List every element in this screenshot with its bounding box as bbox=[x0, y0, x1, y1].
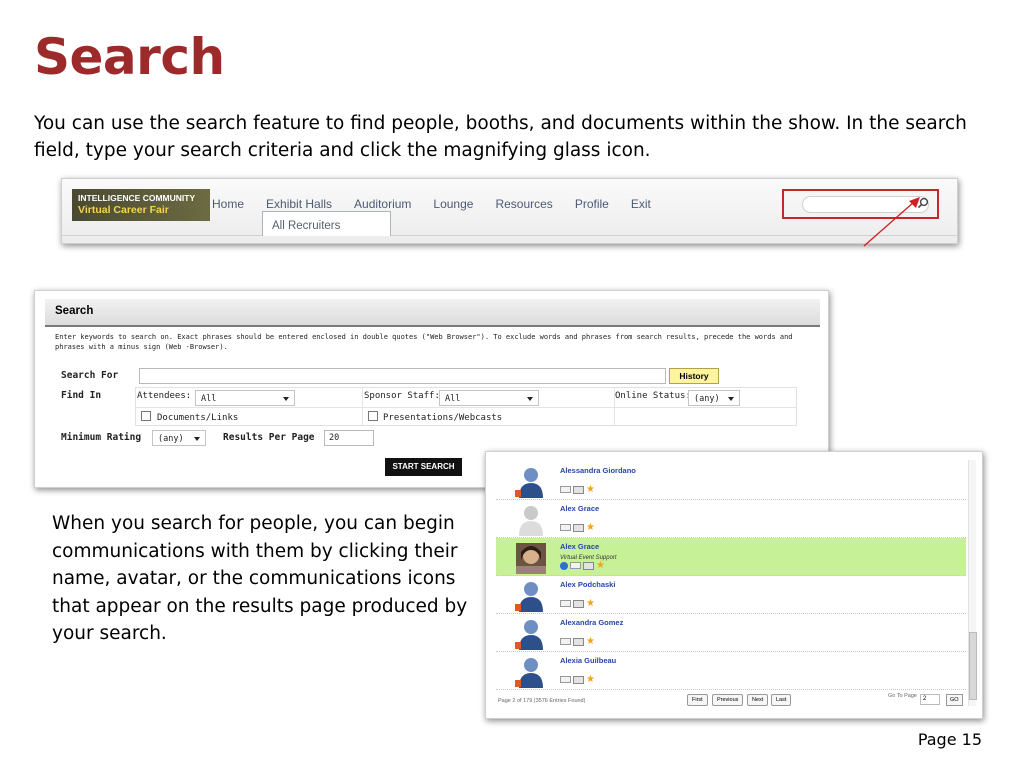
result-row[interactable]: Alex Podchaski ★ bbox=[496, 576, 966, 614]
go-button[interactable]: GO bbox=[946, 694, 963, 706]
business-card-icon[interactable] bbox=[573, 676, 584, 684]
documents-label: Documents/Links bbox=[157, 413, 239, 423]
first-page-button[interactable]: First bbox=[687, 694, 708, 706]
last-page-button[interactable]: Last bbox=[771, 694, 792, 706]
attendees-label: Attendees: bbox=[137, 391, 192, 401]
email-icon[interactable] bbox=[560, 486, 571, 493]
favorite-star-icon[interactable]: ★ bbox=[586, 637, 595, 647]
search-instructions: Enter keywords to search on. Exact phras… bbox=[55, 333, 793, 351]
event-logo[interactable]: INTELLIGENCE COMMUNITY Virtual Career Fa… bbox=[72, 189, 210, 221]
goto-page-label: Go To Page bbox=[888, 693, 917, 699]
results-per-page-input[interactable]: 20 bbox=[324, 430, 374, 446]
previous-page-button[interactable]: Previous bbox=[712, 694, 744, 706]
result-row[interactable]: Alex Grace ★ bbox=[496, 500, 966, 538]
search-for-input[interactable] bbox=[139, 368, 666, 384]
result-name-link[interactable]: Alexia Guilbeau bbox=[560, 656, 616, 665]
submenu-all-recruiters[interactable]: All Recruiters bbox=[262, 211, 391, 236]
communication-icons: ★ bbox=[560, 599, 595, 609]
nav-profile[interactable]: Profile bbox=[575, 197, 609, 211]
communication-icons: ★ bbox=[560, 523, 595, 533]
communication-icons: ★ bbox=[560, 485, 595, 495]
attendees-select[interactable]: All bbox=[195, 390, 295, 406]
goto-page-input[interactable]: 2 bbox=[920, 694, 940, 705]
pointer-arrow-icon bbox=[863, 197, 920, 247]
user-avatar-icon[interactable] bbox=[512, 618, 550, 651]
min-rating-label: Minimum Rating bbox=[61, 432, 142, 443]
nav-lounge[interactable]: Lounge bbox=[433, 197, 473, 211]
communication-icons: ★ bbox=[560, 637, 595, 647]
communication-icons: ★ bbox=[560, 675, 595, 685]
logo-line1: INTELLIGENCE COMMUNITY bbox=[78, 193, 196, 203]
scrollbar-thumb[interactable] bbox=[969, 632, 977, 700]
find-in-label: Find In bbox=[61, 390, 102, 401]
result-row[interactable]: Alexia Guilbeau ★ bbox=[496, 652, 966, 690]
result-name-link[interactable]: Alessandra Giordano bbox=[560, 466, 636, 475]
sponsor-staff-select[interactable]: All bbox=[439, 390, 539, 406]
result-row[interactable]: Alexandra Gomez ★ bbox=[496, 614, 966, 652]
page-number: Page 15 bbox=[917, 730, 982, 749]
slide-title: Search bbox=[34, 28, 225, 86]
favorite-star-icon[interactable]: ★ bbox=[586, 675, 595, 685]
nav-auditorium[interactable]: Auditorium bbox=[354, 197, 411, 211]
result-subtitle: Virtual Event Support bbox=[560, 555, 617, 561]
user-avatar-icon[interactable] bbox=[512, 542, 550, 575]
result-row[interactable]: Alessandra Giordano ★ bbox=[496, 462, 966, 500]
communication-icons: ★ bbox=[560, 561, 605, 571]
result-name-link[interactable]: Alex Grace bbox=[560, 504, 599, 513]
nav-menu: Home Exhibit Halls Auditorium Lounge Res… bbox=[212, 197, 673, 211]
email-icon[interactable] bbox=[560, 638, 571, 645]
user-avatar-icon[interactable] bbox=[512, 656, 550, 689]
email-icon[interactable] bbox=[560, 524, 571, 531]
online-status-select[interactable]: (any) bbox=[688, 390, 740, 406]
nav-resources[interactable]: Resources bbox=[495, 197, 552, 211]
business-card-icon[interactable] bbox=[573, 600, 584, 608]
body-text: When you search for people, you can begi… bbox=[52, 513, 468, 644]
results-count: Page 2 of 179 (3576 Entries Found) bbox=[498, 698, 586, 704]
user-avatar-icon[interactable] bbox=[512, 504, 550, 537]
nav-divider bbox=[62, 235, 957, 236]
search-for-label: Search For bbox=[61, 370, 119, 381]
result-name-link[interactable]: Alex Grace bbox=[560, 542, 599, 551]
history-button[interactable]: History bbox=[669, 368, 719, 384]
logo-line2: Virtual Career Fair bbox=[78, 204, 169, 216]
start-search-button[interactable]: START SEARCH bbox=[385, 458, 462, 476]
nav-exit[interactable]: Exit bbox=[631, 197, 651, 211]
results-per-page-label: Results Per Page bbox=[223, 432, 315, 443]
intro-text: You can use the search feature to find p… bbox=[34, 113, 967, 161]
favorite-star-icon[interactable]: ★ bbox=[586, 599, 595, 609]
sponsor-staff-label: Sponsor Staff: bbox=[364, 391, 440, 401]
business-card-icon[interactable] bbox=[583, 562, 594, 570]
user-avatar-icon[interactable] bbox=[512, 580, 550, 613]
email-icon[interactable] bbox=[560, 600, 571, 607]
documents-checkbox[interactable] bbox=[141, 411, 151, 421]
result-name-link[interactable]: Alex Podchaski bbox=[560, 580, 615, 589]
presentations-label: Presentations/Webcasts bbox=[383, 413, 503, 423]
online-status-label: Online Status: bbox=[615, 391, 691, 401]
favorite-star-icon[interactable]: ★ bbox=[586, 485, 595, 495]
favorite-star-icon[interactable]: ★ bbox=[596, 561, 605, 571]
presentations-checkbox[interactable] bbox=[368, 411, 378, 421]
business-card-icon[interactable] bbox=[573, 638, 584, 646]
chat-icon[interactable] bbox=[560, 562, 568, 570]
results-scrollbar[interactable] bbox=[968, 460, 977, 706]
business-card-icon[interactable] bbox=[573, 524, 584, 532]
nav-home[interactable]: Home bbox=[212, 197, 244, 211]
result-name-link[interactable]: Alexandra Gomez bbox=[560, 618, 623, 627]
results-pagination: Page 2 of 179 (3576 Entries Found) First… bbox=[496, 691, 966, 713]
nav-exhibit-halls[interactable]: Exhibit Halls bbox=[266, 197, 332, 211]
favorite-star-icon[interactable]: ★ bbox=[586, 523, 595, 533]
next-page-button[interactable]: Next bbox=[747, 694, 769, 706]
email-icon[interactable] bbox=[570, 562, 581, 569]
search-form-title: Search bbox=[45, 299, 820, 327]
business-card-icon[interactable] bbox=[573, 486, 584, 494]
result-row[interactable]: Alex Grace Virtual Event Support ★ bbox=[496, 538, 966, 576]
user-avatar-icon[interactable] bbox=[512, 466, 550, 499]
min-rating-select[interactable]: (any) bbox=[152, 430, 206, 446]
nav-bar-screenshot: INTELLIGENCE COMMUNITY Virtual Career Fa… bbox=[61, 178, 958, 244]
email-icon[interactable] bbox=[560, 676, 571, 683]
results-screenshot: Alessandra Giordano ★ Alex Grace ★ Alex Grac… bbox=[485, 451, 983, 719]
